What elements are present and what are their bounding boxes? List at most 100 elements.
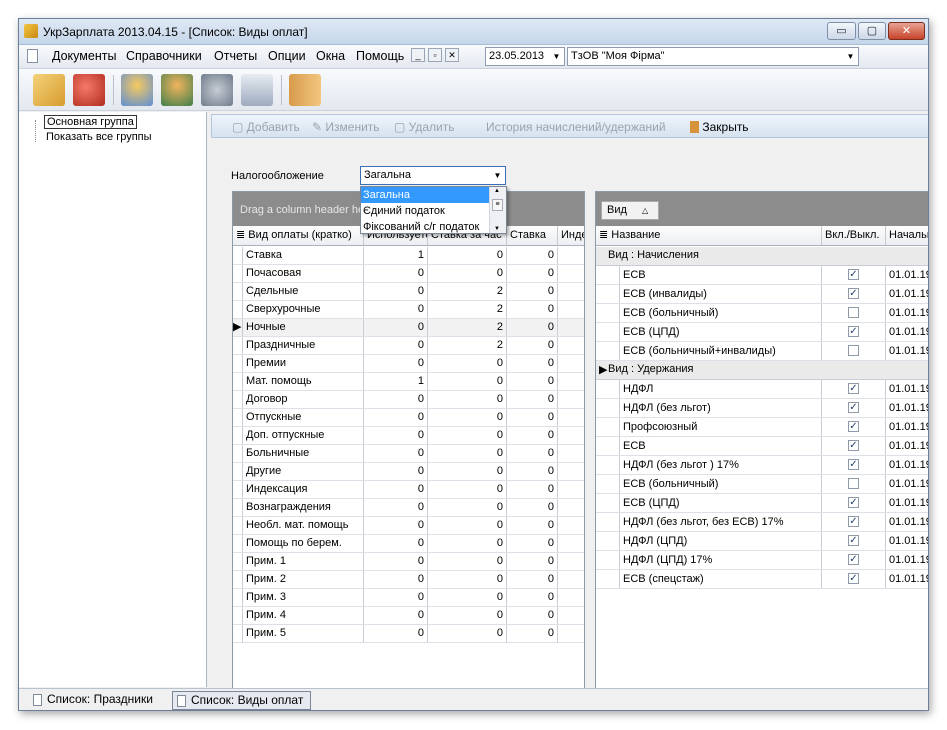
menu-item[interactable]: Опции — [268, 49, 306, 63]
mdi-button[interactable]: ✕ — [445, 48, 459, 62]
table-row[interactable]: Вознаграждения 0 0 0 — [233, 499, 584, 517]
column-header[interactable]: Начальный — [886, 226, 928, 245]
table-row[interactable]: ЕСВ ✓ 01.01.1900 — [596, 266, 928, 285]
close-window-button[interactable]: ✕ — [888, 22, 925, 40]
group-row[interactable]: Вид : Начисления — [596, 247, 928, 266]
chevron-down-icon[interactable]: ▼ — [843, 48, 858, 65]
chevron-down-icon[interactable]: ▼ — [549, 48, 564, 65]
delete-button[interactable]: ▢ Удалить — [394, 120, 455, 134]
tax-option[interactable]: Фіксований с/г податок — [361, 219, 489, 235]
column-header[interactable]: ≣ Вид оплаты (кратко) — [233, 226, 364, 245]
mdi-button[interactable]: ▫ — [428, 48, 442, 62]
enabled-checkbox[interactable]: ✓ — [848, 383, 859, 394]
table-row[interactable]: НДФЛ (без льгот ) 17% ✓ 01.01.1900 — [596, 456, 928, 475]
group-row[interactable]: ▶ Вид : Удержания — [596, 361, 928, 380]
table-row[interactable]: Почасовая 0 0 0 — [233, 265, 584, 283]
menu-item[interactable]: Документы — [52, 49, 116, 63]
table-row[interactable]: ЕСВ (ЦПД) ✓ 01.01.1900 — [596, 494, 928, 513]
table-row[interactable]: Прим. 4000 — [233, 607, 584, 625]
table-row[interactable]: Прим. 1000 — [233, 553, 584, 571]
menu-item[interactable]: Отчеты — [214, 49, 257, 63]
enabled-checkbox[interactable]: ✓ — [848, 554, 859, 565]
settings-icon[interactable] — [201, 74, 233, 106]
table-row[interactable]: Профсоюзный ✓ 01.01.1900 — [596, 418, 928, 437]
date-picker[interactable]: 23.05.2013 ▼ — [485, 47, 565, 66]
table-row[interactable]: НДФЛ (ЦПД) 17% ✓ 01.01.1900 — [596, 551, 928, 570]
table-row[interactable]: Прим. 2000 — [233, 571, 584, 589]
exit-icon[interactable] — [289, 74, 321, 106]
company-select[interactable]: ТзОВ "Моя Фірма" ▼ — [567, 47, 859, 66]
enabled-checkbox[interactable]: ✓ — [848, 326, 859, 337]
menu-item[interactable]: Помощь — [356, 49, 404, 63]
table-row[interactable]: НДФЛ ✓ 01.01.1900 — [596, 380, 928, 399]
table-row[interactable]: Сдельные 0 2 0 — [233, 283, 584, 301]
table-row[interactable]: НДФЛ (ЦПД) ✓ 01.01.1900 — [596, 532, 928, 551]
tax-select[interactable]: Загальна ▼ — [360, 166, 506, 185]
enabled-checkbox[interactable]: ✓ — [848, 402, 859, 413]
column-header[interactable]: Вкл./Выкл. — [822, 226, 886, 245]
tree-item-all-groups[interactable]: Показать все группы — [46, 131, 152, 143]
title-bar[interactable]: УкрЗарплата 2013.04.15 - [Список: Виды о… — [19, 19, 928, 45]
menu-item[interactable]: Окна — [316, 49, 345, 63]
documents-icon[interactable] — [33, 74, 65, 106]
table-row[interactable]: Договор 0 0 0 — [233, 391, 584, 409]
table-row[interactable]: ЕСВ (больничный+инвалиды) 01.01.1900 — [596, 342, 928, 361]
column-header[interactable]: Индекс — [558, 226, 584, 245]
table-row[interactable]: ЕСВ (спецстаж) ✓ 01.01.1900 — [596, 570, 928, 589]
enabled-checkbox[interactable] — [848, 478, 859, 489]
table-row[interactable]: Праздничные 0 2 0 — [233, 337, 584, 355]
table-row[interactable]: ЕСВ (инвалиды) ✓ 01.01.1900 — [596, 285, 928, 304]
table-row[interactable]: Отпускные 0 0 0 — [233, 409, 584, 427]
tab-holidays[interactable]: Список: Праздники — [29, 691, 164, 710]
enabled-checkbox[interactable]: ✓ — [848, 269, 859, 280]
menu-item[interactable]: Справочники — [126, 49, 202, 63]
users-icon[interactable] — [161, 74, 193, 106]
group-chip[interactable]: Вид △ — [601, 201, 659, 220]
delete-icon[interactable] — [73, 74, 105, 106]
enabled-checkbox[interactable]: ✓ — [848, 516, 859, 527]
table-row[interactable]: Ставка 1 0 0 — [233, 247, 584, 265]
maximize-button[interactable]: ▢ — [858, 22, 886, 40]
table-row[interactable]: Мат. помощь 1 0 0 — [233, 373, 584, 391]
enabled-checkbox[interactable]: ✓ — [848, 440, 859, 451]
group-icon[interactable] — [121, 74, 153, 106]
enabled-checkbox[interactable]: ✓ — [848, 497, 859, 508]
tree-item-main-group[interactable]: Основная группа — [44, 115, 137, 129]
enabled-checkbox[interactable]: ✓ — [848, 459, 859, 470]
enabled-checkbox[interactable] — [848, 307, 859, 318]
table-row[interactable]: Индексация 0 0 0 — [233, 481, 584, 499]
history-button[interactable]: История начислений/удержаний — [486, 120, 666, 134]
enabled-checkbox[interactable]: ✓ — [848, 535, 859, 546]
table-row[interactable]: ЕСВ (больничный) 01.01.1900 — [596, 304, 928, 323]
edit-button[interactable]: ✎ Изменить — [312, 120, 380, 134]
mdi-button[interactable]: _ — [411, 48, 425, 62]
column-header[interactable]: ≣ Название — [596, 226, 822, 245]
enabled-checkbox[interactable]: ✓ — [848, 573, 859, 584]
calendar-icon[interactable] — [241, 74, 273, 106]
table-row[interactable]: НДФЛ (без льгот, без ЕСВ) 17% ✓ 01.01.1900 — [596, 513, 928, 532]
table-row[interactable]: Сверхурочные 0 2 0 — [233, 301, 584, 319]
minimize-button[interactable]: ▭ — [827, 22, 856, 40]
table-row[interactable]: ЕСВ ✓ 01.01.1900 — [596, 437, 928, 456]
table-row[interactable]: НДФЛ (без льгот) ✓ 01.01.1900 — [596, 399, 928, 418]
table-row[interactable]: Прим. 5000 — [233, 625, 584, 643]
dropdown-scrollbar[interactable]: ▲ ≡ ▼ — [489, 187, 506, 233]
enabled-checkbox[interactable] — [848, 345, 859, 356]
table-row[interactable]: ЕСВ (больничный) 01.01.1900 — [596, 475, 928, 494]
table-row[interactable]: ▶ Ночные 0 2 0 — [233, 319, 584, 337]
chevron-down-icon[interactable]: ▼ — [490, 167, 505, 184]
add-button[interactable]: ▢ Добавить — [232, 120, 300, 134]
table-row[interactable]: Премии 0 0 0 — [233, 355, 584, 373]
enabled-checkbox[interactable]: ✓ — [848, 421, 859, 432]
tab-pay-types[interactable]: Список: Виды оплат — [172, 691, 311, 710]
table-row[interactable]: Доп. отпускные 0 0 0 — [233, 427, 584, 445]
column-header[interactable]: Ставка — [507, 226, 558, 245]
enabled-checkbox[interactable]: ✓ — [848, 288, 859, 299]
table-row[interactable]: Другие 0 0 0 — [233, 463, 584, 481]
table-row[interactable]: Необл. мат. помощь 0 0 0 — [233, 517, 584, 535]
close-button[interactable]: Закрыть — [690, 120, 749, 134]
tax-option[interactable]: Загальна — [361, 187, 489, 203]
group-expand-icon[interactable]: ▶ — [599, 363, 607, 376]
table-row[interactable]: Прим. 3000 — [233, 589, 584, 607]
table-row[interactable]: ЕСВ (ЦПД) ✓ 01.01.1900 — [596, 323, 928, 342]
